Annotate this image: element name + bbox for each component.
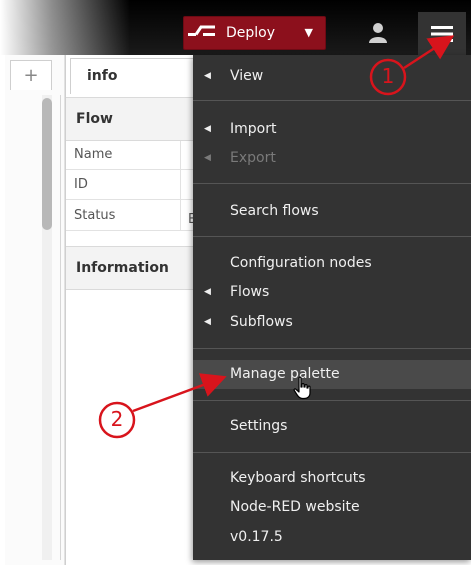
menu-item-subflows[interactable]: ◀ Subflows	[193, 308, 471, 337]
menu-item-export: ◀ Export	[193, 144, 471, 173]
menu-separator	[193, 236, 471, 237]
scrollbar-thumb[interactable]	[42, 98, 52, 230]
menu-separator	[193, 183, 471, 184]
deploy-label: Deploy	[226, 25, 276, 41]
flow-section-header[interactable]: Flow	[66, 97, 195, 141]
workspace-tabs-area	[5, 55, 65, 565]
prop-id-label: ID	[66, 171, 195, 200]
menu-item-keyboard-shortcuts[interactable]: Keyboard shortcuts	[193, 464, 471, 493]
main-dropdown-menu: ◀ View ◀ Import ◀ Export Search flows Co…	[193, 55, 471, 560]
deploy-icon	[184, 16, 220, 50]
menu-item-version: v0.17.5	[230, 529, 283, 545]
main-menu-button[interactable]	[418, 12, 466, 56]
menu-separator	[193, 100, 471, 101]
submenu-arrow-icon: ◀	[204, 124, 211, 134]
callout-1-number: 1	[381, 64, 395, 88]
prop-name-label: Name	[66, 141, 195, 170]
add-flow-tab-button[interactable]: +	[10, 60, 52, 90]
prop-column-divider	[180, 141, 181, 231]
menu-item-search-flows[interactable]: Search flows	[193, 197, 471, 226]
menu-item-import[interactable]: ◀ Import	[193, 115, 471, 144]
menu-item-flows[interactable]: ◀ Flows	[193, 278, 471, 307]
menu-separator	[193, 348, 471, 349]
hand-cursor-icon	[293, 376, 311, 400]
information-section-header[interactable]: Information	[66, 246, 195, 290]
caret-down-icon: ▼	[304, 26, 313, 39]
menu-item-node-red-website[interactable]: Node-RED website	[193, 493, 471, 522]
hamburger-menu-icon	[431, 26, 453, 42]
deploy-button[interactable]: Deploy ▼	[183, 16, 326, 50]
menu-separator	[193, 400, 471, 401]
menu-item-manage-palette[interactable]: Manage palette	[193, 360, 471, 389]
user-menu-button[interactable]	[363, 18, 393, 48]
menu-separator	[193, 452, 471, 453]
menu-item-configuration-nodes[interactable]: Configuration nodes	[193, 249, 471, 278]
submenu-arrow-icon: ◀	[204, 287, 211, 297]
submenu-arrow-icon: ◀	[204, 317, 211, 327]
callout-2-number: 2	[110, 407, 124, 431]
menu-item-settings[interactable]: Settings	[193, 412, 471, 441]
divider	[60, 95, 61, 560]
submenu-arrow-icon: ◀	[204, 71, 211, 81]
user-icon	[369, 23, 387, 43]
menu-item-view[interactable]: ◀ View	[193, 62, 471, 91]
tab-info[interactable]: info	[70, 58, 195, 94]
submenu-arrow-icon: ◀	[204, 153, 211, 163]
prop-status-label: Status	[66, 202, 195, 231]
